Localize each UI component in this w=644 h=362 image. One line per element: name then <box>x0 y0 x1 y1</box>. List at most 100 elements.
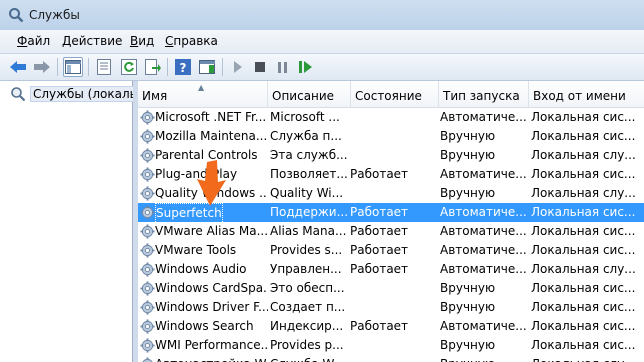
service-startup-type: Автоматиче... <box>440 243 527 257</box>
column-header-description[interactable]: Описание <box>268 81 351 107</box>
table-row[interactable]: Microsoft .NET Fr... Microsoft ... Автомат… <box>138 108 644 127</box>
table-row[interactable]: VMware Alias Ma... Alias Mana... Работает А… <box>138 222 644 241</box>
service-state <box>350 279 438 298</box>
gear-icon <box>140 186 155 201</box>
stop-icon[interactable] <box>250 57 270 77</box>
column-header-startup[interactable]: Тип запуска <box>439 81 529 107</box>
service-name-cell: Microsoft .NET Fr... <box>138 108 268 127</box>
menu-help[interactable]: Справка <box>165 34 218 48</box>
table-row[interactable]: Windows Audio Управлен... Работает Автомати… <box>138 260 644 279</box>
service-startup-type: Автоматиче... <box>440 319 527 333</box>
service-name-cell: Windows Audio <box>138 260 268 279</box>
list-header: ▲ Имя Описание Состояние Тип запуска Вхо… <box>138 81 644 108</box>
gear-icon <box>140 319 155 334</box>
service-description: Provides s... <box>270 243 343 257</box>
service-description: Эта служб... <box>270 148 348 162</box>
service-startup-type: Вручную <box>440 355 528 362</box>
service-name-cell: WMI Performance... <box>138 336 268 355</box>
column-header-logon[interactable]: Вход от имени <box>529 81 644 107</box>
service-state <box>350 184 438 203</box>
gear-icon <box>140 224 155 239</box>
service-logon: Локальная слу... <box>531 262 636 276</box>
service-logon: Локальная сис... <box>531 167 636 181</box>
service-name-cell: Mozilla Maintena... <box>138 127 268 146</box>
service-startup-type: Автоматиче... <box>440 205 527 219</box>
service-description: Alias Mana... <box>270 224 347 238</box>
service-startup-type: Вручную <box>440 148 496 162</box>
service-logon: Локальная сис... <box>531 338 636 352</box>
service-state <box>350 336 438 355</box>
service-name-cell: Windows Search <box>138 317 268 336</box>
service-description: Provides p... <box>270 338 344 352</box>
service-description: Управлен... <box>270 262 342 276</box>
restart-icon[interactable] <box>296 57 316 77</box>
svg-text:?: ? <box>180 61 187 75</box>
service-name-cell: Автонастройка W... <box>138 355 268 362</box>
column-header-state[interactable]: Состояние <box>351 81 439 107</box>
table-row[interactable]: Windows CardSpa... Это обесп... Вручную Лок… <box>138 279 644 298</box>
help-icon[interactable]: ? <box>173 57 193 77</box>
gear-icon <box>140 300 155 315</box>
service-startup-type: Вручную <box>440 300 496 314</box>
gear-icon <box>142 357 153 362</box>
service-name-cell: Windows Driver F... <box>138 298 268 317</box>
service-description: Служба п... <box>270 129 342 143</box>
service-state: Работает <box>350 205 409 219</box>
service-name: Windows Search <box>155 319 254 333</box>
forward-arrow-icon[interactable] <box>32 57 52 77</box>
orange-arrow-icon <box>197 160 226 206</box>
services-list: ▲ Имя Описание Состояние Тип запуска Вхо… <box>138 81 644 362</box>
gear-icon <box>140 205 155 220</box>
service-logon: Локальная сис... <box>531 205 636 219</box>
service-name: Windows CardSpa... <box>155 281 268 295</box>
service-name: VMware Tools <box>155 243 237 257</box>
service-state <box>350 355 438 362</box>
menu-file[interactable]: Файл <box>17 34 50 48</box>
service-description: Поддержи... <box>270 205 348 219</box>
service-state <box>350 146 438 165</box>
service-description: Это обесп... <box>270 281 345 295</box>
services-tree-icon <box>11 87 26 102</box>
gear-icon <box>140 167 155 182</box>
pause-icon[interactable] <box>273 57 293 77</box>
column-header-name[interactable]: Имя <box>138 81 268 107</box>
service-name-cell: VMware Tools <box>138 241 268 260</box>
gear-icon <box>140 110 155 125</box>
table-row[interactable]: Автонастройка W...Служба W... ВручнуюЛока… <box>138 355 644 362</box>
start-icon[interactable] <box>228 57 248 77</box>
service-logon: Локальная сис... <box>531 243 636 257</box>
service-state <box>350 127 438 146</box>
tree-item-services[interactable]: Службы (локалы <box>10 85 143 103</box>
services-icon <box>9 8 24 23</box>
service-description: Создает п... <box>270 300 346 314</box>
services-window: Службы Файл Действие Вид Справка ? Служб… <box>0 0 644 362</box>
service-name: Windows Driver F... <box>155 300 268 314</box>
service-name: VMware Alias Ma... <box>155 224 268 238</box>
back-arrow-icon[interactable] <box>8 57 28 77</box>
refresh-icon[interactable] <box>119 57 139 77</box>
service-description: Индексир... <box>270 319 344 333</box>
service-name: Windows Audio <box>155 262 247 276</box>
table-row[interactable]: Mozilla Maintena... Служба п... Вручную Лок… <box>138 127 644 146</box>
show-tree-icon[interactable] <box>63 57 83 77</box>
table-row[interactable]: Windows Driver F... Создает п... Вручную Ло… <box>138 298 644 317</box>
properties-icon[interactable] <box>94 57 114 77</box>
console-icon[interactable] <box>197 57 217 77</box>
menu-view[interactable]: Вид <box>130 34 154 48</box>
service-logon: Локальная сис... <box>531 110 636 124</box>
service-logon: Локальная слу... <box>531 355 643 362</box>
service-description: Microsoft ... <box>270 110 340 124</box>
gear-icon <box>140 243 155 258</box>
service-name: WMI Performance... <box>155 338 268 352</box>
service-startup-type: Автоматиче... <box>440 110 527 124</box>
table-row[interactable]: WMI Performance... Provides p... Вручную Ло… <box>138 336 644 355</box>
table-row[interactable]: Windows Search Индексир... Работает Автомат… <box>138 317 644 336</box>
service-description: Позволяет... <box>270 167 348 181</box>
service-name-cell: Windows CardSpa... <box>138 279 268 298</box>
service-name: Mozilla Maintena... <box>155 129 268 143</box>
table-row[interactable]: VMware Tools Provides s... Работает Автомат… <box>138 241 644 260</box>
menu-action[interactable]: Действие <box>62 34 122 48</box>
title-bar: Службы <box>0 0 644 30</box>
gear-icon <box>140 129 155 144</box>
export-icon[interactable] <box>143 57 163 77</box>
